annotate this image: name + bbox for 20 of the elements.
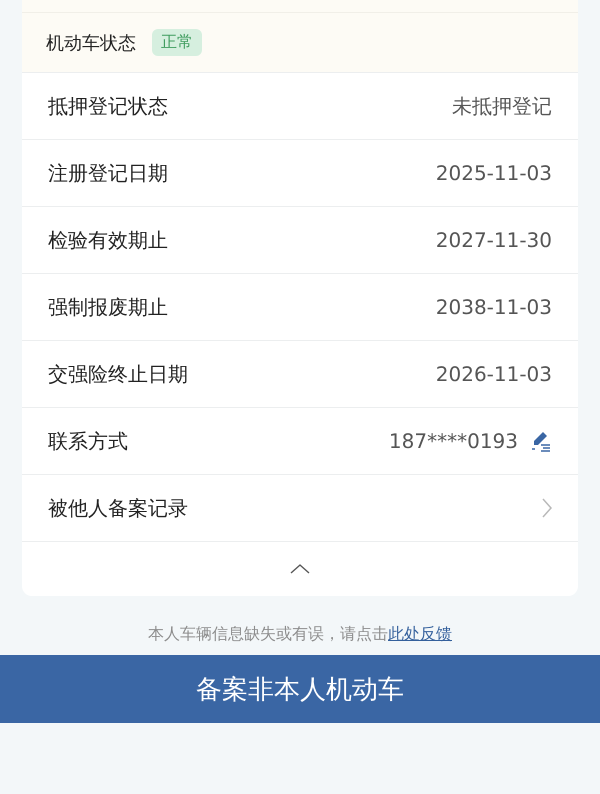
status-badge: 正常 xyxy=(152,29,202,56)
row-value: 2026-11-03 xyxy=(436,362,552,386)
row-value: 187****0193 xyxy=(388,429,518,453)
row-label: 强制报废期止 xyxy=(48,294,168,320)
row-value: 2027-11-30 xyxy=(436,228,552,252)
row-label: 联系方式 xyxy=(48,428,128,454)
feedback-link[interactable]: 此处反馈 xyxy=(388,624,452,643)
row-value: 2038-11-03 xyxy=(436,295,552,319)
status-label: 机动车状态 xyxy=(46,32,136,54)
row-label: 交强险终止日期 xyxy=(48,360,188,388)
edit-icon[interactable] xyxy=(530,430,552,452)
row-label: 注册登记日期 xyxy=(48,160,168,186)
row-label: 抵押登记状态 xyxy=(48,92,168,120)
row-label: 检验有效期止 xyxy=(48,226,168,254)
row-value: 2025-11-03 xyxy=(436,161,552,185)
row-label: 被他人备案记录 xyxy=(48,494,188,522)
feedback-text: 本人车辆信息缺失或有误，请点击 xyxy=(148,624,388,643)
row-value: 未抵押登记 xyxy=(452,92,552,120)
register-button[interactable]: 备案非本人机动车 xyxy=(0,655,600,723)
chevron-up-icon[interactable] xyxy=(290,564,310,574)
